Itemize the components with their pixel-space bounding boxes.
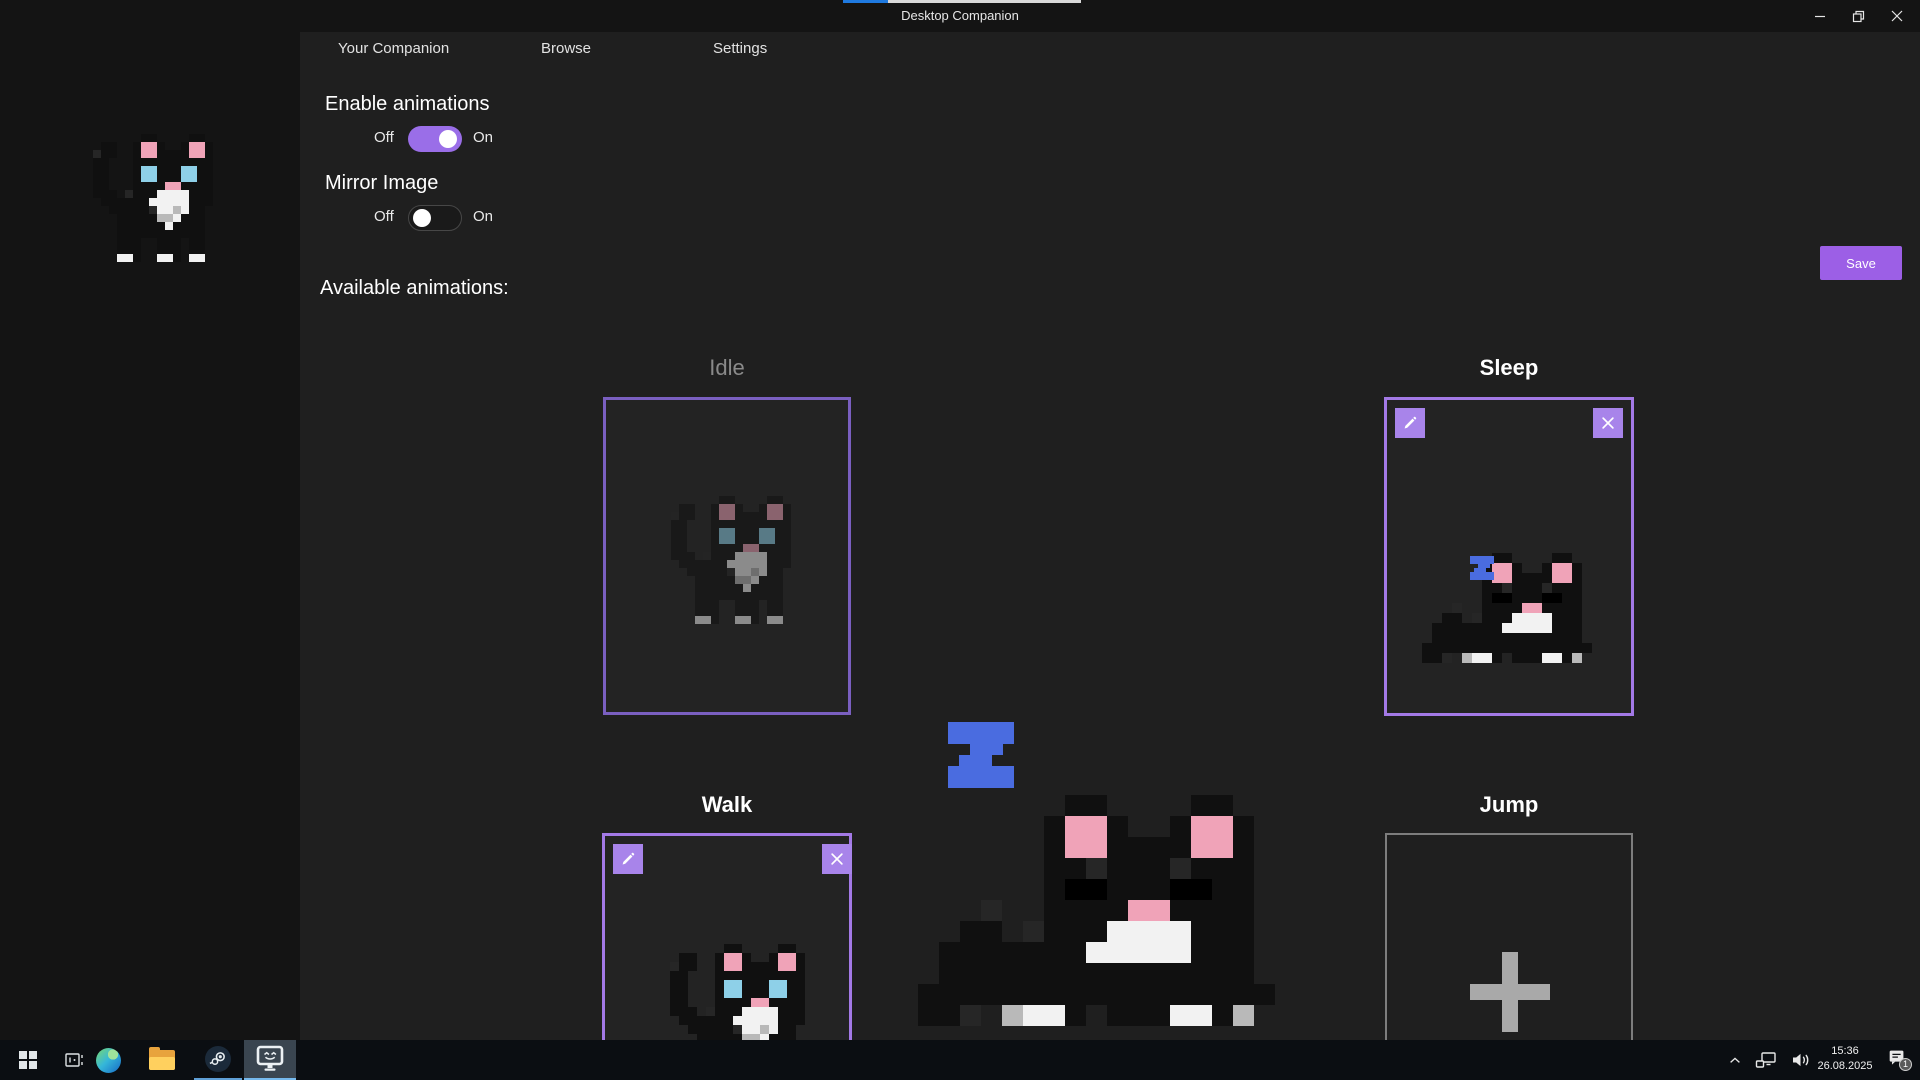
desktop-companion-app-icon (255, 1045, 285, 1073)
close-icon (828, 850, 846, 868)
tab-your-companion[interactable]: Your Companion (338, 40, 449, 57)
enable-animations-label: Enable animations (325, 93, 490, 116)
available-animations-label: Available animations: (320, 277, 509, 300)
action-center-button[interactable]: 1 (1880, 1040, 1914, 1080)
sleep-z-icon (1470, 556, 1494, 580)
enable-animations-on-label: On (473, 129, 493, 146)
animation-title-sleep: Sleep (1384, 355, 1634, 381)
animation-title-idle: Idle (603, 355, 851, 381)
desktop-companion-app-button[interactable] (244, 1040, 296, 1080)
network-icon (1755, 1050, 1777, 1070)
enable-animations-off-label: Off (374, 129, 394, 146)
clock-time: 15:36 (1812, 1044, 1878, 1059)
close-icon (1891, 10, 1903, 22)
animation-title-jump: Jump (1385, 792, 1633, 818)
walk-remove-button[interactable] (822, 844, 852, 874)
restore-icon (1852, 10, 1865, 23)
toggle-knob (439, 130, 457, 148)
enable-animations-toggle[interactable] (408, 126, 462, 152)
window-title: Desktop Companion (0, 8, 1920, 23)
pencil-icon (1401, 414, 1419, 432)
minimize-icon (1814, 10, 1826, 22)
sleep-edit-button[interactable] (1395, 408, 1425, 438)
clock-date: 26.08.2025 (1812, 1059, 1878, 1074)
steam-icon (205, 1046, 231, 1072)
start-button[interactable] (8, 1040, 48, 1080)
mirror-image-on-label: On (473, 208, 493, 225)
chevron-up-icon (1727, 1052, 1743, 1068)
walk-edit-button[interactable] (613, 844, 643, 874)
notification-badge: 1 (1899, 1058, 1912, 1071)
save-button[interactable]: Save (1820, 246, 1902, 280)
mirror-image-off-label: Off (374, 208, 394, 225)
clock[interactable]: 15:36 26.08.2025 (1812, 1044, 1878, 1074)
sleep-remove-button[interactable] (1593, 408, 1623, 438)
tray-expand-button[interactable] (1722, 1040, 1748, 1080)
tab-browse[interactable]: Browse (541, 40, 591, 57)
steam-button[interactable] (194, 1040, 242, 1080)
tab-settings[interactable]: Settings (713, 40, 767, 57)
network-tray-button[interactable] (1750, 1040, 1782, 1080)
top-progress-track (888, 0, 1081, 3)
mirror-image-toggle[interactable] (408, 205, 462, 231)
edge-icon (96, 1048, 121, 1073)
sleep-animation-sprite (1422, 553, 1592, 663)
companion-sleep-z-icon (948, 722, 1014, 788)
taskbar: 15:36 26.08.2025 1 (0, 1040, 1920, 1080)
title-bar: Desktop Companion (0, 0, 1920, 32)
close-button[interactable] (1874, 0, 1920, 32)
mirror-image-label: Mirror Image (325, 172, 438, 195)
close-icon (1599, 414, 1617, 432)
file-explorer-icon (149, 1050, 175, 1070)
task-view-icon (63, 1049, 85, 1071)
pencil-icon (619, 850, 637, 868)
app-window: Desktop Companion Currently Selected Pix… (0, 0, 1920, 1080)
toggle-knob (413, 209, 431, 227)
speaker-icon (1790, 1050, 1812, 1070)
windows-logo-icon (19, 1051, 37, 1069)
edge-button[interactable] (88, 1040, 128, 1080)
file-explorer-button[interactable] (140, 1040, 184, 1080)
idle-animation-sprite (655, 496, 799, 624)
top-progress-blue (843, 0, 888, 3)
desktop-companion-pet[interactable] (918, 795, 1275, 1026)
companion-preview-sprite (77, 134, 221, 262)
animation-title-walk: Walk (602, 792, 852, 818)
